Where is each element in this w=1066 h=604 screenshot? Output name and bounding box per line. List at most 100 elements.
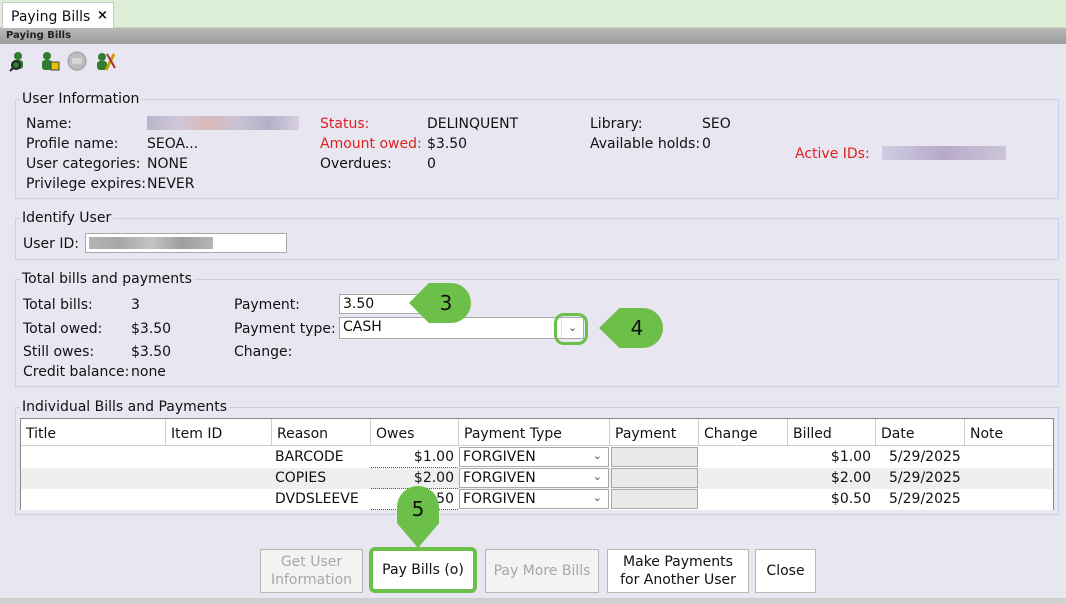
callout-5-text: 5 <box>411 497 425 521</box>
bills-table: Title Item ID Reason Owes Payment Type P… <box>20 418 1054 510</box>
privilege-expires-value: NEVER <box>147 176 195 192</box>
billed-cell: $1.00 <box>830 449 871 465</box>
callout-3-text: 3 <box>439 291 453 315</box>
payment-type-value: CASH <box>343 319 382 335</box>
amount-owed-value: $3.50 <box>427 136 468 152</box>
name-value-redacted <box>147 116 299 130</box>
close-tab-icon[interactable]: × <box>97 8 108 23</box>
payment-type-row-select[interactable]: FORGIVEN ⌄ <box>459 447 609 467</box>
tab-label: Paying Bills <box>11 9 91 25</box>
owes-cell: $2.00 <box>371 468 458 489</box>
highlight-ring <box>554 313 588 345</box>
column-header-note[interactable]: Note <box>965 419 1053 446</box>
total-owed-label: Total owed: <box>23 321 103 337</box>
user-id-input[interactable] <box>85 233 287 253</box>
billed-cell: $0.50 <box>830 491 871 507</box>
window-title: Paying Bills <box>6 30 72 41</box>
total-owed-value: $3.50 <box>131 321 172 337</box>
payment-type-label: Payment type: <box>234 321 336 337</box>
profile-name-value: SEOA... <box>147 136 199 152</box>
totals-legend: Total bills and payments <box>20 271 194 287</box>
pay-more-bills-button[interactable]: Pay More Bills <box>485 549 599 593</box>
credit-balance-value: none <box>131 364 166 380</box>
table-row[interactable]: DVDSLEEVE 50 FORGIVEN ⌄ $0.50 5/29/2025 <box>21 489 1053 510</box>
privilege-expires-label: Privilege expires: <box>26 176 146 192</box>
close-label: Close <box>766 563 805 579</box>
payment-type-select[interactable]: CASH ⌄ <box>339 317 584 339</box>
payment-type-row-value: FORGIVEN <box>463 491 536 507</box>
row-payment-input[interactable] <box>611 468 698 488</box>
user-id-label: User ID: <box>23 236 79 252</box>
date-cell: 5/29/2025 <box>889 449 961 465</box>
make-payments-line-2: for Another User <box>620 572 736 588</box>
callout-5: 5 <box>397 486 439 548</box>
make-payments-line-1: Make Payments <box>623 554 733 570</box>
payment-type-row-value: FORGIVEN <box>463 449 536 465</box>
payment-type-row-select[interactable]: FORGIVEN ⌄ <box>459 489 609 509</box>
payment-input-value: 3.50 <box>343 296 375 312</box>
tab-paying-bills[interactable]: Paying Bills × <box>2 2 114 29</box>
bills-legend: Individual Bills and Payments <box>20 399 230 415</box>
disabled-icon <box>66 50 88 72</box>
column-header-title[interactable]: Title <box>21 419 166 446</box>
make-payments-another-user-button[interactable]: Make Payments for Another User <box>607 549 749 593</box>
column-header-item-id[interactable]: Item ID <box>166 419 272 446</box>
column-header-owes[interactable]: Owes <box>371 419 459 446</box>
chevron-down-icon: ⌄ <box>592 491 602 504</box>
status-value: DELINQUENT <box>427 116 519 132</box>
user-categories-label: User categories: <box>26 156 141 172</box>
payment-type-row-value: FORGIVEN <box>463 470 536 486</box>
profile-name-label: Profile name: <box>26 136 119 152</box>
get-user-information-button[interactable]: Get User Information <box>260 549 363 593</box>
payment-type-row-select[interactable]: FORGIVEN ⌄ <box>459 468 609 488</box>
user-information-legend: User Information <box>20 91 142 107</box>
column-header-date[interactable]: Date <box>876 419 965 446</box>
amount-owed-label: Amount owed: <box>320 136 422 152</box>
pay-bills-label: Pay Bills (o) <box>382 562 464 578</box>
overdues-label: Overdues: <box>320 156 392 172</box>
table-row[interactable]: COPIES $2.00 FORGIVEN ⌄ $2.00 5/29/2025 <box>21 468 1053 489</box>
column-header-reason[interactable]: Reason <box>272 419 371 446</box>
chevron-down-icon: ⌄ <box>592 470 602 483</box>
row-payment-input[interactable] <box>611 489 698 509</box>
user-id-value-redacted <box>89 237 213 249</box>
column-header-payment[interactable]: Payment <box>610 419 699 446</box>
owes-cell: $1.00 <box>371 447 458 468</box>
column-header-billed[interactable]: Billed <box>788 419 876 446</box>
bottom-scroll-edge <box>0 598 1066 604</box>
total-bills-label: Total bills: <box>23 297 93 313</box>
library-label: Library: <box>590 116 643 132</box>
column-header-change[interactable]: Change <box>699 419 788 446</box>
change-label: Change: <box>234 344 293 360</box>
user-search-icon[interactable] <box>8 50 30 72</box>
user-categories-value: NONE <box>147 156 188 172</box>
available-holds-label: Available holds: <box>590 136 701 152</box>
get-user-line-1: Get User <box>280 554 343 570</box>
reason-cell: BARCODE <box>275 449 344 465</box>
tools-icon[interactable] <box>94 50 116 72</box>
row-payment-input[interactable] <box>611 447 698 467</box>
tab-bar <box>0 0 1066 28</box>
status-label: Status: <box>320 116 370 132</box>
callout-4-text: 4 <box>630 316 644 340</box>
window-title-bar: Paying Bills <box>0 28 1066 44</box>
available-holds-value: 0 <box>702 136 711 152</box>
name-label: Name: <box>26 116 73 132</box>
date-cell: 5/29/2025 <box>889 470 961 486</box>
identify-user-legend: Identify User <box>20 210 114 226</box>
column-header-payment-type[interactable]: Payment Type <box>459 419 610 446</box>
billed-cell: $2.00 <box>830 470 871 486</box>
total-bills-value: 3 <box>131 297 140 313</box>
close-button[interactable]: Close <box>755 549 816 593</box>
active-ids-value-redacted <box>882 146 1006 160</box>
date-cell: 5/29/2025 <box>889 491 961 507</box>
chevron-down-icon: ⌄ <box>592 449 602 462</box>
overdues-value: 0 <box>427 156 436 172</box>
payment-label: Payment: <box>234 297 301 313</box>
active-ids-label: Active IDs: <box>795 146 870 162</box>
table-row[interactable]: BARCODE $1.00 FORGIVEN ⌄ $1.00 5/29/2025 <box>21 447 1053 468</box>
pay-more-bills-label: Pay More Bills <box>493 563 591 579</box>
user-add-icon[interactable] <box>38 50 60 72</box>
reason-cell: COPIES <box>275 470 327 486</box>
pay-bills-button[interactable]: Pay Bills (o) <box>369 547 477 593</box>
